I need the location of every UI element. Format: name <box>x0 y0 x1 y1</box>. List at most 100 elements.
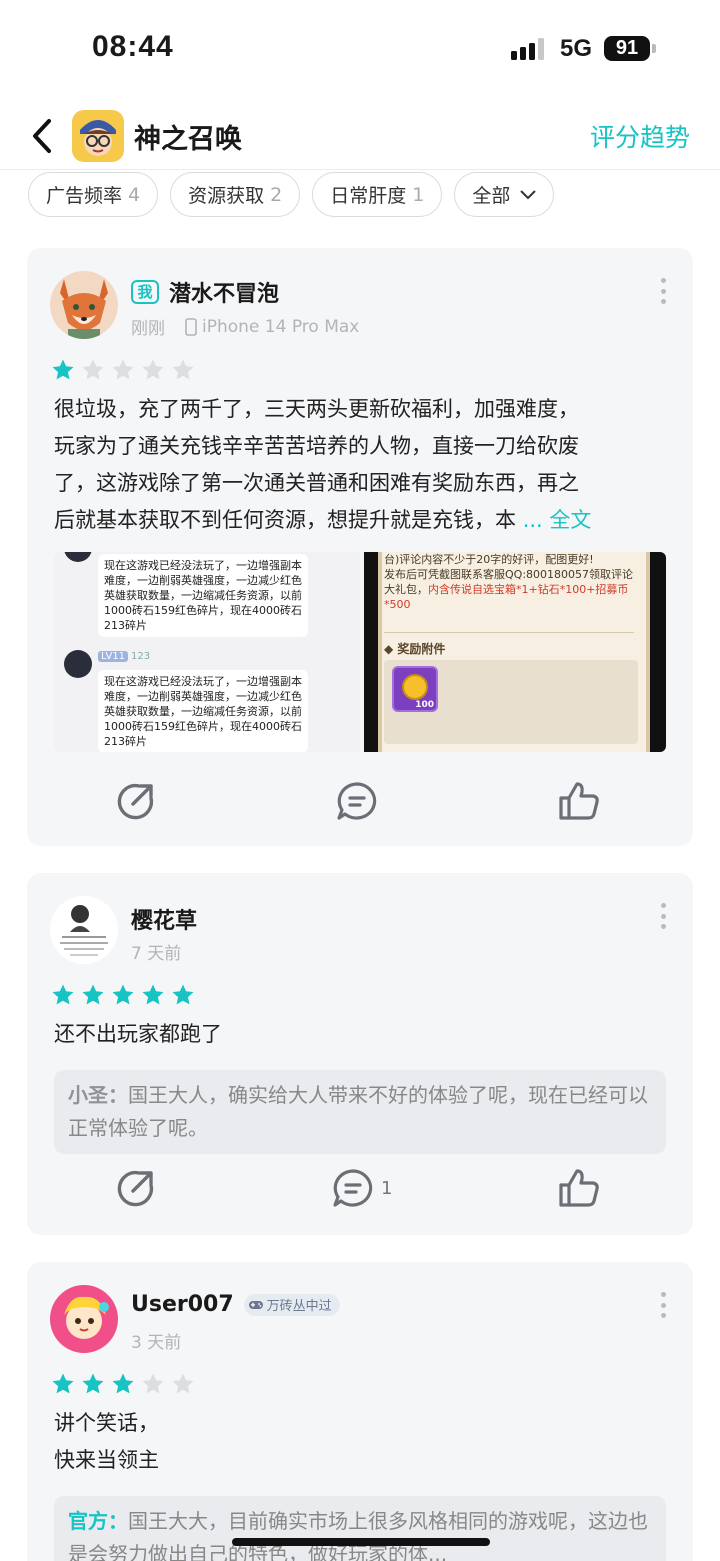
review-line: 讲个笑话， <box>54 1411 159 1435</box>
filter-dropdown[interactable]: 全部 <box>454 172 555 217</box>
star-filled-icon <box>52 984 74 1005</box>
tag-label: 广告频率 <box>46 185 123 207</box>
app-header: 神之召唤 评分趋势 <box>0 100 720 170</box>
username[interactable]: User007 万砖丛中过 <box>131 1292 340 1317</box>
review-meta: 3 天前 <box>131 1328 181 1353</box>
comment-icon <box>337 782 377 820</box>
level-tag: LV11 <box>98 651 129 662</box>
device-info: iPhone 14 Pro Max <box>185 317 359 337</box>
mini-avatar <box>64 650 92 678</box>
game-icon[interactable] <box>72 110 124 162</box>
review-actions: 1 <box>27 1163 693 1213</box>
share-button[interactable] <box>115 1163 157 1213</box>
reply-author: 官方： <box>68 1509 128 1533</box>
review-meta: 7 天前 <box>131 939 181 964</box>
avatar[interactable] <box>50 271 118 339</box>
review-line: 了，这游戏除了第一次通关普通和困难有奖励东西，再之 <box>54 471 579 495</box>
like-button[interactable] <box>557 1163 601 1213</box>
review-tag-filters: 广告频率 4 资源获取 2 日常肝度 1 全部 <box>28 172 555 218</box>
tag-count: 2 <box>270 183 283 206</box>
full-text-link[interactable]: ... 全文 <box>523 508 592 532</box>
review-image-1[interactable]: 现在这游戏已经没法玩了，一边增强副本难度，一边削弱英雄强度，一边减少红色英雄获取… <box>54 552 360 752</box>
attachment-title-text: 奖励附件 <box>397 642 446 656</box>
star-filled-icon <box>112 984 134 1005</box>
tag-label: 日常肝度 <box>330 185 407 207</box>
reply-text: 国王大大，目前确实市场上很多风格相同的游戏呢，这边也是会努力做出自己的特色，做好… <box>68 1509 648 1561</box>
gamepad-icon <box>248 1300 263 1309</box>
reply-author: 小圣： <box>68 1083 128 1107</box>
review-card: 樱花草 7 天前 还不出玩家都跑了 小圣：国王大人，确实给大人带来不好的体验了呢… <box>27 873 693 1235</box>
player-badge-text: 万砖丛中过 <box>266 1299 332 1314</box>
status-time: 08:44 <box>92 30 174 63</box>
battery-tip <box>652 44 656 53</box>
me-badge: 我 <box>131 280 159 304</box>
player-badge: 万砖丛中过 <box>243 1293 340 1316</box>
star-filled-icon <box>52 1373 74 1394</box>
thumbs-up-icon <box>559 1169 599 1207</box>
review-image-2[interactable]: 台)评论内容不少于20字的好评，配图更好! 发布后可凭截图联系客服QQ:8001… <box>364 552 666 752</box>
star-empty-icon <box>142 1373 164 1394</box>
star-filled-icon <box>52 359 74 380</box>
username-text: 潜水不冒泡 <box>169 282 280 307</box>
review-line: 很垃圾，充了两千了，三天两头更新砍福利，加强难度， <box>54 397 579 421</box>
reward-line-red: 内含传说自选宝箱*1+钻石*100+招募币 <box>428 583 629 596</box>
home-indicator <box>232 1538 490 1546</box>
star-empty-icon <box>112 359 134 380</box>
review-text: 很垃圾，充了两千了，三天两头更新砍福利，加强难度， 玩家为了通关充钱辛辛苦苦培养… <box>54 391 669 539</box>
review-actions <box>27 776 693 826</box>
username-text: 樱花草 <box>131 909 198 934</box>
star-empty-icon <box>172 1373 194 1394</box>
review-time: 7 天前 <box>131 944 182 964</box>
tag-daily-grind[interactable]: 日常肝度 1 <box>312 172 443 217</box>
image-bubble-1: 现在这游戏已经没法玩了，一边增强副本难度，一边削弱英雄强度，一边减少红色英雄获取… <box>98 554 308 637</box>
chevron-left-icon <box>33 119 51 153</box>
chevron-down-icon <box>520 189 537 200</box>
reward-line: 大礼包，内含传说自选宝箱*1+钻石*100+招募币 <box>384 582 634 597</box>
star-filled-icon <box>82 1373 104 1394</box>
comment-button[interactable]: 1 <box>331 1163 392 1213</box>
share-button[interactable] <box>115 776 157 826</box>
back-button[interactable] <box>22 114 62 158</box>
battery-icon: 91 <box>604 36 650 61</box>
reward-line: *500 <box>384 598 411 611</box>
reward-line: 发布后可凭截图联系客服QQ:800180057领取评论 <box>384 568 634 581</box>
review-line: 玩家为了通关充钱辛辛苦苦培养的人物，直接一刀给砍废 <box>54 434 579 458</box>
tag-resource-gain[interactable]: 资源获取 2 <box>170 172 301 217</box>
review-line: 快来当领主 <box>54 1448 159 1472</box>
reward-line: 台)评论内容不少于20字的好评，配图更好! <box>384 553 594 566</box>
star-filled-icon <box>172 984 194 1005</box>
level-label: LV11 123 <box>98 651 150 662</box>
network-type: 5G <box>560 35 593 62</box>
star-empty-icon <box>172 359 194 380</box>
status-bar: 08:44 5G 91 <box>0 0 720 100</box>
username[interactable]: 我 潜水不冒泡 <box>131 276 279 308</box>
level-number: 123 <box>131 651 151 662</box>
rating-trend-link[interactable]: 评分趋势 <box>590 118 690 154</box>
more-icon[interactable] <box>659 903 667 929</box>
avatar[interactable] <box>50 1285 118 1353</box>
star-filled-icon <box>82 984 104 1005</box>
star-filled-icon <box>142 984 164 1005</box>
star-filled-icon <box>112 1373 134 1394</box>
like-button[interactable] <box>557 776 601 826</box>
star-rating <box>51 358 195 382</box>
avatar[interactable] <box>50 896 118 964</box>
username[interactable]: 樱花草 <box>131 903 197 935</box>
tag-label: 资源获取 <box>188 185 265 207</box>
more-icon[interactable] <box>659 278 667 304</box>
game-title: 神之召唤 <box>134 124 242 155</box>
username-text: User007 <box>131 1292 234 1317</box>
developer-reply[interactable]: 小圣：国王大人，确实给大人带来不好的体验了呢，现在已经可以正常体验了呢。 <box>54 1070 666 1154</box>
reply-text: 国王大人，确实给大人带来不好的体验了呢，现在已经可以正常体验了呢。 <box>68 1083 648 1140</box>
review-text: 讲个笑话， 快来当领主 <box>54 1405 669 1479</box>
tag-ad-frequency[interactable]: 广告频率 4 <box>28 172 159 217</box>
review-line-text: 后就基本获取不到任何资源，想提升就是充钱，本 <box>54 508 516 532</box>
comment-icon <box>333 1169 373 1207</box>
more-icon[interactable] <box>659 1292 667 1318</box>
image-bubble-2: 现在这游戏已经没法玩了，一边增强副本难度，一边削弱英雄强度，一边减少红色英雄获取… <box>98 670 308 752</box>
comment-button[interactable] <box>335 776 379 826</box>
developer-reply[interactable]: 官方：国王大大，目前确实市场上很多风格相同的游戏呢，这边也是会努力做出自己的特色… <box>54 1496 666 1561</box>
share-icon <box>117 783 154 820</box>
review-card: 我 潜水不冒泡 刚刚 iPhone 14 Pro Max 很垃圾，充了两千了，三… <box>27 248 693 846</box>
star-empty-icon <box>82 359 104 380</box>
